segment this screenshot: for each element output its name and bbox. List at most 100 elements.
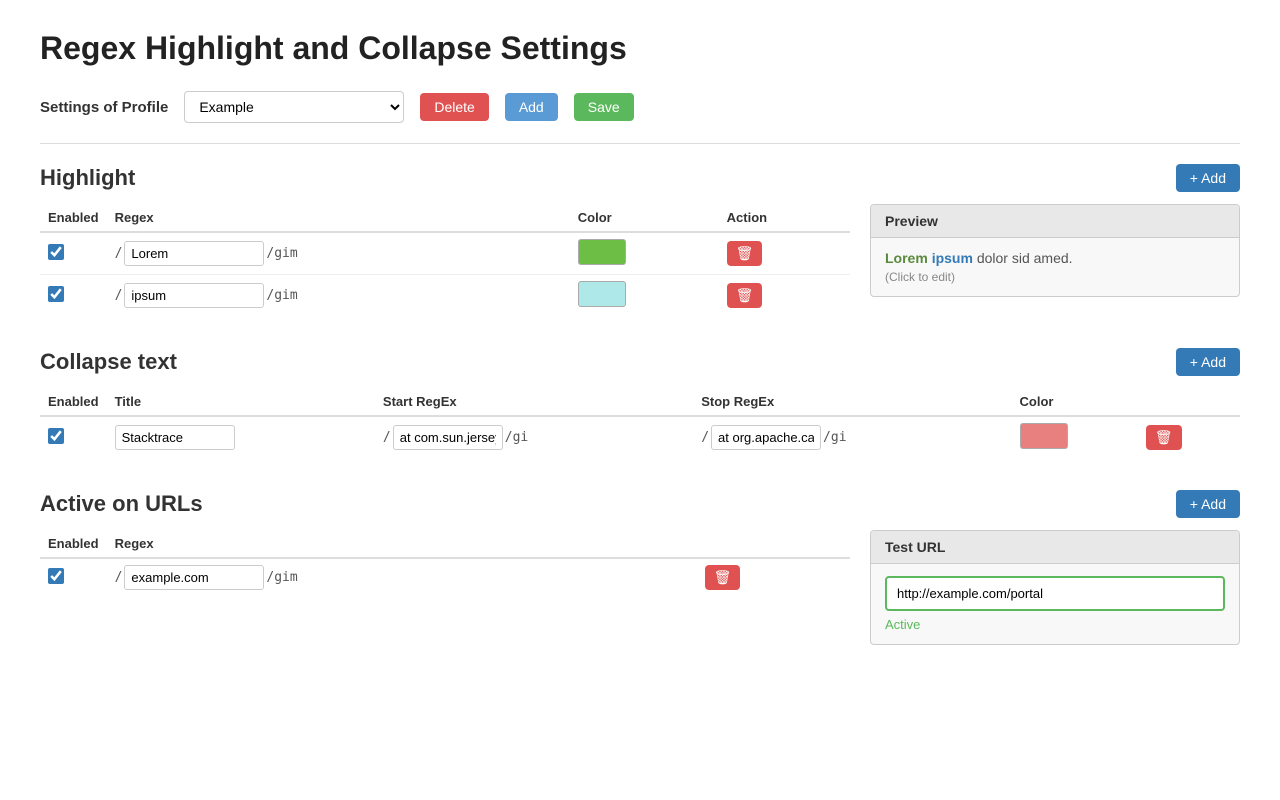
collapse-delete-btn-1[interactable]: 🗑 bbox=[1146, 425, 1182, 450]
regex-cell-1: / /gim bbox=[107, 232, 570, 275]
urls-title: Active on URLs bbox=[40, 491, 1176, 517]
start-regex-prefix: / bbox=[383, 430, 391, 445]
urls-header: Active on URLs + Add bbox=[40, 490, 1240, 518]
col-enabled-urls: Enabled bbox=[40, 530, 107, 558]
highlight-add-button[interactable]: + Add bbox=[1176, 164, 1240, 192]
collapse-stop-regex-1[interactable] bbox=[711, 425, 821, 450]
collapse-enabled-cell bbox=[40, 416, 107, 458]
highlight-table-area: Enabled Regex Color Action / bbox=[40, 204, 850, 316]
table-row: / /gim 🗑 bbox=[40, 232, 850, 275]
regex-prefix-2: / bbox=[115, 288, 123, 303]
collapse-start-cell: / /gi bbox=[375, 416, 693, 458]
collapse-start-regex-1[interactable] bbox=[393, 425, 503, 450]
col-regex-highlight: Regex bbox=[107, 204, 570, 232]
col-action-highlight: Action bbox=[719, 204, 850, 232]
collapse-add-button[interactable]: + Add bbox=[1176, 348, 1240, 376]
highlight-regex-input-2[interactable] bbox=[124, 283, 264, 308]
highlight-preview-panel: Preview Lorem ipsum dolor sid amed. (Cli… bbox=[870, 204, 1240, 316]
url-status: Active bbox=[885, 617, 1225, 632]
color-swatch-2[interactable] bbox=[578, 281, 626, 307]
collapse-header: Collapse text + Add bbox=[40, 348, 1240, 376]
save-button[interactable]: Save bbox=[574, 93, 634, 121]
table-row: / /gim 🗑 bbox=[40, 275, 850, 317]
url-delete-btn-1[interactable]: 🗑 bbox=[705, 565, 741, 590]
color-swatch-1[interactable] bbox=[578, 239, 626, 265]
table-row: / /gim 🗑 bbox=[40, 558, 850, 596]
color-cell-2 bbox=[570, 275, 719, 317]
col-color-collapse: Color bbox=[1012, 388, 1138, 416]
url-enabled-checkbox-1[interactable] bbox=[48, 568, 64, 584]
preview-lorem: Lorem bbox=[885, 250, 928, 266]
url-regex-prefix-1: / bbox=[115, 570, 123, 585]
urls-table: Enabled Regex / / bbox=[40, 530, 850, 596]
urls-content: Enabled Regex / / bbox=[40, 530, 1240, 645]
col-start-regex-collapse: Start RegEx bbox=[375, 388, 693, 416]
collapse-title-input-1[interactable] bbox=[115, 425, 235, 450]
add-profile-button[interactable]: Add bbox=[505, 93, 558, 121]
highlight-enabled-checkbox-2[interactable] bbox=[48, 286, 64, 302]
collapse-color-cell bbox=[1012, 416, 1138, 458]
url-enabled-cell-1 bbox=[40, 558, 107, 596]
enabled-cell-2 bbox=[40, 275, 107, 317]
highlight-delete-btn-1[interactable]: 🗑 bbox=[727, 241, 763, 266]
profile-select[interactable]: Example Default Custom bbox=[184, 91, 404, 123]
highlight-title: Highlight bbox=[40, 165, 1176, 191]
col-enabled-collapse: Enabled bbox=[40, 388, 107, 416]
col-action-collapse bbox=[1138, 388, 1240, 416]
url-regex-suffix-1: /gim bbox=[266, 570, 297, 585]
url-action-cell-1: 🗑 bbox=[697, 558, 850, 596]
delete-button[interactable]: Delete bbox=[420, 93, 488, 121]
highlight-content: Enabled Regex Color Action / bbox=[40, 204, 1240, 316]
action-cell-1: 🗑 bbox=[719, 232, 850, 275]
test-url-input[interactable] bbox=[885, 576, 1225, 611]
profile-row: Settings of Profile Example Default Cust… bbox=[40, 91, 1240, 123]
preview-body[interactable]: Lorem ipsum dolor sid amed. (Click to ed… bbox=[871, 238, 1239, 296]
url-regex-input-1[interactable] bbox=[124, 565, 264, 590]
highlight-table: Enabled Regex Color Action / bbox=[40, 204, 850, 316]
test-url-box: Test URL Active bbox=[870, 530, 1240, 645]
collapse-action-cell: 🗑 bbox=[1138, 416, 1240, 458]
regex-suffix-1: /gim bbox=[266, 246, 297, 261]
regex-prefix-1: / bbox=[115, 246, 123, 261]
highlight-preview-box: Preview Lorem ipsum dolor sid amed. (Cli… bbox=[870, 204, 1240, 297]
collapse-table: Enabled Title Start RegEx Stop RegEx Col… bbox=[40, 388, 1240, 458]
col-action-urls bbox=[697, 530, 850, 558]
stop-regex-prefix: / bbox=[701, 430, 709, 445]
col-color-highlight: Color bbox=[570, 204, 719, 232]
collapse-enabled-checkbox-1[interactable] bbox=[48, 428, 64, 444]
preview-ipsum: ipsum bbox=[932, 250, 973, 266]
preview-text: Lorem ipsum dolor sid amed. bbox=[885, 250, 1225, 266]
highlight-delete-btn-2[interactable]: 🗑 bbox=[727, 283, 763, 308]
regex-suffix-2: /gim bbox=[266, 288, 297, 303]
profile-label: Settings of Profile bbox=[40, 99, 168, 116]
highlight-regex-input-1[interactable] bbox=[124, 241, 264, 266]
collapse-section: Collapse text + Add Enabled Title Start … bbox=[40, 348, 1240, 458]
highlight-header: Highlight + Add bbox=[40, 164, 1240, 192]
col-stop-regex-collapse: Stop RegEx bbox=[693, 388, 1011, 416]
url-regex-cell-1: / /gim bbox=[107, 558, 697, 596]
collapse-color-swatch-1[interactable] bbox=[1020, 423, 1068, 449]
regex-cell-2: / /gim bbox=[107, 275, 570, 317]
col-regex-urls: Regex bbox=[107, 530, 697, 558]
urls-table-area: Enabled Regex / / bbox=[40, 530, 850, 645]
collapse-title: Collapse text bbox=[40, 349, 1176, 375]
urls-add-button[interactable]: + Add bbox=[1176, 490, 1240, 518]
urls-section: Active on URLs + Add Enabled Regex bbox=[40, 490, 1240, 645]
stop-regex-suffix: /gi bbox=[823, 430, 846, 445]
collapse-table-area: Enabled Title Start RegEx Stop RegEx Col… bbox=[40, 388, 1240, 458]
action-cell-2: 🗑 bbox=[719, 275, 850, 317]
preview-hint: (Click to edit) bbox=[885, 270, 1225, 284]
preview-header: Preview bbox=[871, 205, 1239, 238]
highlight-section: Highlight + Add Enabled Regex Color Acti… bbox=[40, 164, 1240, 316]
preview-rest: dolor sid amed. bbox=[977, 250, 1073, 266]
highlight-enabled-checkbox-1[interactable] bbox=[48, 244, 64, 260]
enabled-cell-1 bbox=[40, 232, 107, 275]
test-url-panel: Test URL Active bbox=[870, 530, 1240, 645]
divider-top bbox=[40, 143, 1240, 144]
test-url-header: Test URL bbox=[871, 531, 1239, 564]
col-title-collapse: Title bbox=[107, 388, 375, 416]
start-regex-suffix: /gi bbox=[505, 430, 528, 445]
table-row: / /gi / /gi bbox=[40, 416, 1240, 458]
collapse-title-cell bbox=[107, 416, 375, 458]
color-cell-1 bbox=[570, 232, 719, 275]
